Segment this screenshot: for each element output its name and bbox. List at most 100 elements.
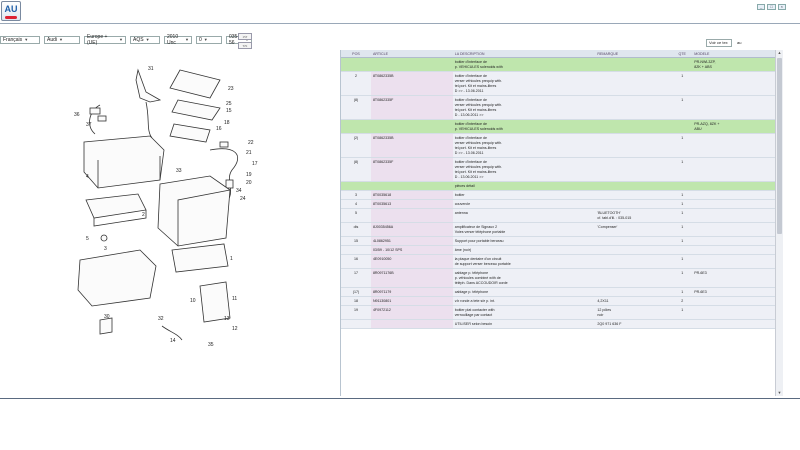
callout-label: 1: [230, 256, 233, 262]
minimize-button[interactable]: _: [757, 4, 766, 10]
brand-select[interactable]: Audi ▼: [44, 36, 80, 44]
header-description[interactable]: LA DESCRIPTION: [453, 52, 596, 56]
cell-qty: [672, 58, 693, 71]
group-header-row[interactable]: boitier d'interface de p. VEHICULES solen…: [341, 120, 783, 134]
cell-pos: 15: [341, 237, 371, 245]
table-row[interactable]: 17 8R0971176B cablage p. téléphone p. véhic…: [341, 269, 783, 288]
cell-qty: 1: [672, 134, 693, 157]
market-select[interactable]: Europe + (UE) ▼: [84, 34, 126, 46]
app-window: AU _ □ × Français ▼ Audi ▼ Europe + (UE) ▼ …: [0, 0, 800, 450]
cell-ref: [370, 320, 453, 328]
cell-line: 2Q0 971 636 F: [597, 322, 622, 326]
top-bar: AU _ □ ×: [0, 0, 800, 24]
cell-rem: [595, 200, 673, 208]
cell-line: noir: [597, 313, 604, 317]
table-row[interactable]: 03/59 - 10/12 SPS âme (noir): [341, 246, 783, 255]
cell-line: cf. tabl.d'ill. : 035-015: [597, 216, 632, 220]
logo-text: AU: [4, 4, 18, 14]
table-row[interactable]: (2) 8T0862335B boitier d'interface de verse…: [341, 134, 783, 158]
cell-line: p. VEHICULES solenoids with: [454, 127, 503, 131]
callout-label: 12: [232, 326, 238, 332]
cell-ref: 8R0971179: [370, 288, 453, 296]
table-row[interactable]: (17) 8R0971179 cablage p. téléphone 1 PR-6E3: [341, 288, 783, 297]
cell-mod: [692, 237, 783, 245]
scroll-thumb[interactable]: [777, 58, 782, 234]
cell-line: D - 13.06.2011 >>: [454, 113, 484, 117]
year-select[interactable]: 2010 Unc ▼: [164, 34, 192, 46]
close-button[interactable]: ×: [777, 4, 786, 10]
cell-ref: 4F0972112: [370, 306, 453, 319]
cell-qty: [672, 246, 693, 254]
table-row[interactable]: 4 8T0035613 couvercle 1: [341, 200, 783, 209]
table-row[interactable]: 5 antenna 'BLUETOOTH' cf. tabl.d'ill. : 035…: [341, 209, 783, 223]
table-row[interactable]: UTILISER selon besoin 2Q0 971 636 F: [341, 320, 783, 329]
table-row[interactable]: 2 8T0862335B boitier d'interface de verser …: [341, 72, 783, 96]
callout-label: 32: [158, 316, 164, 322]
next-group-button[interactable]: >>: [238, 33, 252, 40]
scroll-up-arrow-icon[interactable]: ▲: [777, 50, 782, 56]
tray-part: [77, 249, 157, 307]
cell-qty: 1: [672, 306, 693, 319]
cell-desc: boitier d'interface de verser véhicules p…: [452, 158, 596, 181]
cell-mod: [692, 223, 783, 236]
header-pos[interactable]: POS: [341, 52, 371, 56]
header-model[interactable]: MODELE: [692, 52, 783, 56]
cell-ref: 8J0035456A: [370, 223, 453, 236]
cell-rem: 2Q0 971 636 F: [595, 320, 673, 328]
callout-label: 2: [142, 212, 145, 218]
year-select-value: 2010 Unc: [167, 34, 179, 46]
cell-pos: (8): [341, 158, 371, 181]
cell-pos: 2: [341, 72, 371, 95]
interface-box-part: [85, 193, 147, 219]
cell-desc: boitier d'interface de verser véhicules p…: [452, 96, 596, 119]
panel-search-input[interactable]: Voir ce tex: [706, 39, 732, 47]
app-logo[interactable]: AU: [1, 1, 21, 21]
scroll-down-arrow-icon[interactable]: ▼: [777, 390, 782, 396]
callout-label: 31: [148, 66, 154, 72]
cell-pos: (8): [341, 96, 371, 119]
table-row[interactable]: 15 4L0862951 Support pour portable berceau…: [341, 237, 783, 246]
cell-desc: cablage p. téléphone: [452, 288, 596, 296]
group-header-row[interactable]: boitier d'interface de p. VEHICULES solen…: [341, 58, 783, 72]
group-header-row[interactable]: pièces détail: [341, 182, 783, 191]
cell-qty: [672, 182, 693, 190]
table-row[interactable]: 3 8T0035618 boitier 1: [341, 191, 783, 200]
table-row[interactable]: dis 8J0035456A amplificateur de Signaux 2V…: [341, 223, 783, 237]
cell-pos: 4: [341, 200, 371, 208]
cell-line: verrouillage par contact: [454, 313, 493, 317]
table-row[interactable]: (8) 8T0862335F boitier d'interface de verse…: [341, 96, 783, 120]
callout-label: 14: [170, 338, 176, 344]
chevron-down-icon: ▼: [203, 37, 208, 42]
cell-rem: [595, 158, 673, 181]
model-select[interactable]: AQS ▼: [130, 36, 160, 44]
header-qty[interactable]: QTE: [672, 52, 692, 56]
header-article[interactable]: ARTICLE: [371, 52, 453, 56]
cell-pos: 19: [341, 306, 371, 319]
table-row[interactable]: 16 4E0910050 la plaque dentaire d'un circu…: [341, 255, 783, 269]
table-row[interactable]: (8) 8T0862335F boitier d'interface de verse…: [341, 158, 783, 182]
cell-rem: [595, 58, 673, 71]
callout-label: 3: [104, 246, 107, 252]
prev-group-button[interactable]: <<: [238, 42, 252, 49]
callout-label: 5: [86, 236, 89, 242]
restriction-select[interactable]: 0 ▼: [196, 36, 222, 44]
callout-label: 24: [240, 196, 246, 202]
cell-pos: [341, 320, 371, 328]
maximize-button[interactable]: □: [767, 4, 776, 10]
header-remark[interactable]: REMARQUE: [595, 52, 672, 56]
exploded-diagram: 31 23 25 15 36 37 16 18 22 21 17 19 20 2…: [74, 66, 258, 348]
callout-label: 34: [236, 188, 242, 194]
cell-rem: [595, 269, 673, 287]
table-row[interactable]: 19 4F0972112 boitier plat contacter with ve…: [341, 306, 783, 320]
cell-line: UTILISER selon besoin: [454, 322, 493, 326]
cell-desc: amplificateur de Signaux 2 Voies verser t…: [452, 223, 596, 236]
cell-ref: [370, 58, 453, 71]
language-select[interactable]: Français ▼: [0, 36, 40, 44]
callout-label: 35: [208, 342, 214, 348]
cell-qty: [672, 320, 693, 328]
vertical-scrollbar[interactable]: ▲ ▼: [775, 50, 783, 396]
cell-qty: 1: [672, 200, 693, 208]
table-row[interactable]: 18 N91130801 v.b ronde a tete s/e p. int. 4…: [341, 297, 783, 306]
cell-ref: [370, 182, 453, 190]
cell-qty: 1: [672, 269, 693, 287]
